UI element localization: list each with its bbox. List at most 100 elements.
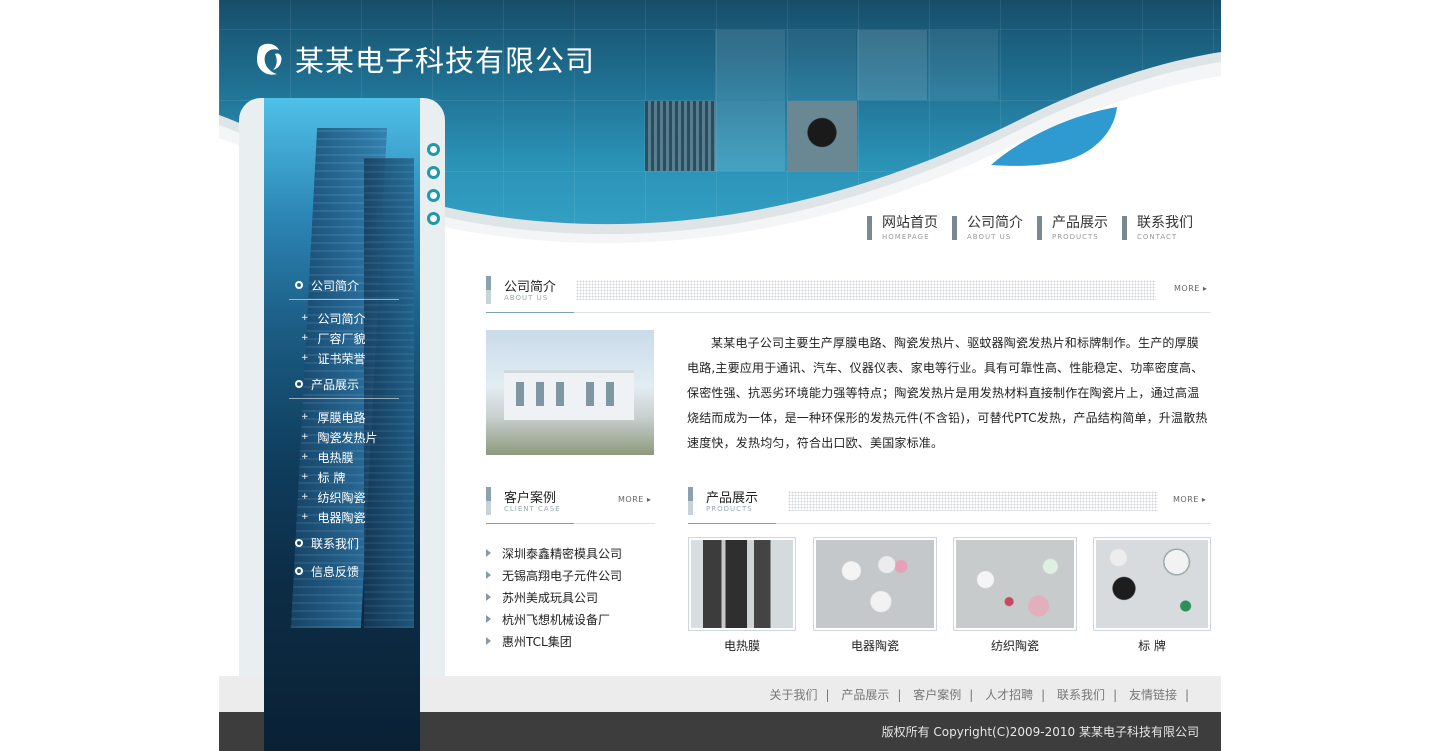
client-item[interactable]: 惠州TCL集团	[486, 630, 622, 652]
circle-icon	[295, 380, 303, 388]
window	[516, 382, 524, 406]
clients-section-header: 客户案例 CLIENT CASE MORE ▸	[486, 487, 655, 527]
sidebar-item-label: 陶瓷发热片	[317, 430, 378, 445]
sidebar-item-label: 厂容厂貌	[317, 331, 366, 346]
copyright-text: 版权所有 Copyright(C)2009-2010 某某电子科技有限公司	[881, 725, 1199, 739]
divider	[289, 398, 399, 399]
divider	[289, 299, 399, 300]
nav-about[interactable]: 公司简介 ABOUT US	[952, 214, 1023, 242]
more-link[interactable]: MORE ▸	[1174, 284, 1207, 293]
client-item[interactable]: 无锡高翔电子元件公司	[486, 564, 622, 586]
section-divider	[688, 523, 1211, 524]
plus-icon: +	[301, 432, 309, 442]
plus-icon: +	[301, 412, 309, 422]
product-card[interactable]: 电器陶瓷	[813, 537, 937, 654]
sidebar-item[interactable]: + 厂容厂貌	[295, 328, 400, 348]
client-label: 苏州美成玩具公司	[502, 590, 599, 605]
nav-marker	[1037, 216, 1042, 240]
sidebar-group-label: 信息反馈	[311, 564, 360, 579]
site-title: 某某电子科技有限公司	[295, 44, 596, 78]
client-label: 无锡高翔电子元件公司	[502, 568, 623, 583]
sidebar-group-contact[interactable]: 联系我们	[295, 535, 400, 551]
sidebar-item-label: 公司简介	[317, 311, 366, 326]
product-photo	[688, 537, 796, 631]
window	[606, 382, 614, 406]
plus-icon: +	[301, 512, 309, 522]
footer-link[interactable]: 关于我们	[769, 688, 817, 702]
client-item[interactable]: 苏州美成玩具公司	[486, 586, 622, 608]
nav-label: 联系我们	[1137, 215, 1193, 231]
product-card[interactable]: 标 牌	[1093, 537, 1211, 654]
dot-icon	[427, 189, 440, 202]
section-subtitle: ABOUT US	[504, 294, 549, 302]
sidebar-item[interactable]: + 标 牌	[295, 467, 400, 487]
separator: |	[1113, 688, 1118, 702]
client-label: 杭州飞想机械设备厂	[502, 612, 611, 627]
logo-icon	[257, 43, 282, 75]
footer-link[interactable]: 客户案例	[913, 688, 961, 702]
footer-link[interactable]: 产品展示	[841, 688, 889, 702]
sidebar-item[interactable]: + 电热膜	[295, 447, 400, 467]
sidebar-item[interactable]: + 证书荣誉	[295, 348, 400, 368]
logo[interactable]: 某某电子科技有限公司	[253, 38, 595, 80]
arrow-icon	[486, 549, 491, 557]
product-card[interactable]: 纺织陶瓷	[953, 537, 1077, 654]
circle-icon	[295, 539, 303, 547]
banner-dots	[427, 143, 440, 235]
nav-products[interactable]: 产品展示 PRODUCTS	[1037, 214, 1108, 242]
circle-icon	[295, 567, 303, 575]
sidebar-item[interactable]: + 纺织陶瓷	[295, 487, 400, 507]
sidebar-item[interactable]: + 厚膜电路	[295, 407, 400, 427]
sidebar-item-label: 电热膜	[317, 450, 354, 465]
nav-label: 公司简介	[967, 215, 1023, 231]
main-nav: 网站首页 HOMEPAGE 公司简介 ABOUT US 产品展示 PRODUCT…	[867, 214, 1207, 242]
nav-marker	[867, 216, 872, 240]
sidebar-item[interactable]: + 电器陶瓷	[295, 507, 400, 527]
plus-icon: +	[301, 452, 309, 462]
footer-link[interactable]: 友情链接	[1129, 688, 1177, 702]
nav-contact[interactable]: 联系我们 CONTACT	[1122, 214, 1193, 242]
client-label: 深圳泰鑫精密模具公司	[502, 546, 623, 561]
product-photo	[813, 537, 937, 631]
arrow-icon	[486, 615, 491, 623]
section-marker	[486, 276, 491, 304]
more-label: MORE	[618, 495, 644, 504]
footer-link[interactable]: 人才招聘	[985, 688, 1033, 702]
client-item[interactable]: 杭州飞想机械设备厂	[486, 608, 622, 630]
sidebar-group-feedback[interactable]: 信息反馈	[295, 563, 400, 579]
nav-label: 网站首页	[882, 215, 938, 231]
section-title: 产品展示	[706, 491, 759, 506]
footer-links: 关于我们 | 产品展示 | 客户案例 | 人才招聘 | 联系我们 | 友情链接 |	[769, 686, 1197, 703]
separator: |	[825, 688, 830, 702]
sidebar-group-products[interactable]: 产品展示	[295, 376, 400, 392]
section-subtitle: PRODUCTS	[706, 505, 753, 513]
products-section-header: 产品展示 PRODUCTS MORE ▸	[688, 487, 1211, 527]
nav-home[interactable]: 网站首页 HOMEPAGE	[867, 214, 938, 242]
section-marker	[688, 487, 693, 515]
arrow-icon	[486, 637, 491, 645]
dotted-pattern	[788, 491, 1158, 511]
section-title: 客户案例	[504, 491, 557, 506]
section-subtitle: CLIENT CASE	[504, 505, 561, 513]
nav-label: 产品展示	[1052, 215, 1108, 231]
client-label: 惠州TCL集团	[502, 634, 572, 649]
more-link[interactable]: MORE ▸	[618, 495, 651, 504]
sidebar-item[interactable]: + 陶瓷发热片	[295, 427, 400, 447]
product-caption: 电器陶瓷	[850, 639, 899, 653]
window	[586, 382, 594, 406]
sidebar-item-label: 证书荣誉	[317, 351, 366, 366]
company-building-photo	[486, 330, 654, 455]
more-link[interactable]: MORE ▸	[1173, 495, 1206, 504]
sidebar-group-label: 公司简介	[311, 278, 360, 293]
product-card[interactable]: 电热膜	[688, 537, 796, 654]
plus-icon: +	[301, 333, 309, 343]
section-divider	[486, 312, 1211, 313]
plus-icon: +	[301, 313, 309, 323]
sidebar-item[interactable]: + 公司简介	[295, 308, 400, 328]
footer-link[interactable]: 联系我们	[1057, 688, 1105, 702]
sidebar-group-about[interactable]: 公司简介	[295, 277, 400, 293]
plus-icon: +	[301, 492, 309, 502]
client-item[interactable]: 深圳泰鑫精密模具公司	[486, 542, 622, 564]
window	[536, 382, 544, 406]
dot-icon	[427, 212, 440, 225]
